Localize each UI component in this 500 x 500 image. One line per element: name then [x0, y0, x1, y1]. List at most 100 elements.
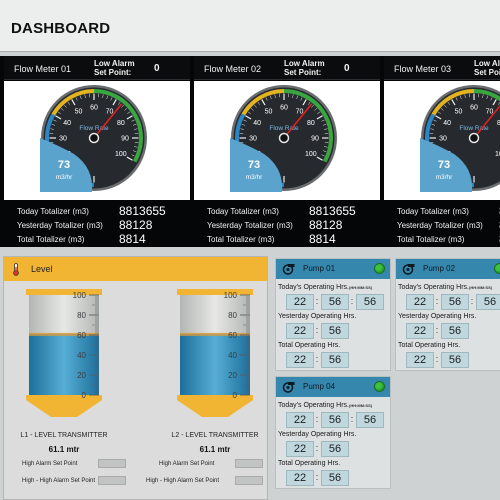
total-operating-label: Total Operating Hrs.: [278, 342, 341, 349]
today-minutes: 56: [321, 412, 349, 428]
gauge-unit: m3/hr: [56, 174, 73, 181]
total-hours: 22: [406, 352, 434, 368]
tank-level-line: [29, 332, 99, 336]
high-alarm-set-point-input[interactable]: [235, 459, 263, 468]
flow-rate-gauge: 102030405060708090100Flow Rate73m3/hr: [40, 85, 147, 192]
flow-meter-panel[interactable]: Flow Meter 03 Low AlarmSet Point: 102030…: [384, 56, 500, 247]
high-high-alarm-set-point-input[interactable]: [235, 476, 263, 485]
today-totalizer-label: Today Totalizer (m3): [207, 207, 279, 216]
today-totalizer-row: Today Totalizer (m3) 8813655: [194, 204, 380, 218]
gauge-unit: m3/hr: [436, 174, 453, 181]
gauge-tick-label: 40: [253, 120, 261, 127]
yesterday-hours: 22: [286, 441, 314, 457]
today-operating-label: Today's Operating Hrs.(HH:MM:SS): [398, 284, 493, 291]
time-separator: :: [350, 414, 354, 424]
total-totalizer-label: Total Totalizer (m3): [207, 235, 275, 244]
level-transmitter-value: 61.1 mtr: [48, 445, 80, 454]
yesterday-totalizer-label: Yesterday Totalizer (m3): [207, 221, 293, 230]
today-hours: 22: [406, 294, 434, 310]
totalizer-block: Today Totalizer (m3) 8813655 Yesterday T…: [194, 201, 380, 247]
pump-header: Pump 02: [396, 259, 500, 279]
yesterday-totalizer-value: 88128: [309, 218, 343, 232]
total-minutes: 56: [321, 352, 349, 368]
gauge-tick-label: 100: [495, 151, 500, 158]
gauge-tick-label: 30: [249, 136, 257, 143]
flow-meter-header: Flow Meter 02 Low Alarm Set Point: 0: [194, 56, 380, 80]
flow-meter-name: Flow Meter 01: [14, 64, 72, 74]
level-title: Level: [31, 264, 53, 274]
tank-liquid: [29, 333, 99, 395]
today-minutes: 56: [321, 294, 349, 310]
tank-scale-label: 100: [224, 291, 238, 300]
pump-card[interactable]: Pump 04 Today's Operating Hrs.(HH:MM:SS)…: [275, 376, 391, 489]
tank-liquid: [180, 333, 250, 395]
yesterday-totalizer-row: Yesterday Totalizer (m3) 88128: [194, 218, 380, 232]
gauge-tick-label: 60: [280, 105, 288, 112]
level-tank: 100 80 60 40 20 0: [26, 289, 102, 417]
gauge-tick-label: 30: [59, 136, 67, 143]
gauge-tick-label: 40: [443, 120, 451, 127]
today-totalizer-label: Today Totalizer (m3): [17, 207, 89, 216]
flow-meter-panel[interactable]: Flow Meter 01 Low AlarmSet Point: 0 1020…: [4, 56, 190, 247]
high-alarm-set-point-input[interactable]: [98, 459, 126, 468]
today-seconds: 56: [356, 412, 384, 428]
gauge-tick-label: 80: [117, 120, 125, 127]
pump-card[interactable]: Pump 01 Today's Operating Hrs.(HH:MM:SS)…: [275, 258, 391, 371]
gauge-hub: [88, 132, 100, 144]
yesterday-hours: 22: [286, 323, 314, 339]
today-totalizer-value: 8813655: [119, 204, 166, 218]
high-high-alarm-set-point-label: High - High Alarm Set Point: [22, 478, 96, 484]
time-separator: :: [435, 325, 439, 335]
tank-scale-label: 20: [228, 371, 237, 380]
high-alarm-set-point-label: High Alarm Set Point: [159, 461, 215, 467]
time-separator: :: [315, 414, 319, 424]
gauge-unit: m3/hr: [246, 174, 263, 181]
high-high-alarm-set-point-input[interactable]: [98, 476, 126, 485]
total-hours: 22: [286, 352, 314, 368]
time-separator: :: [435, 296, 439, 306]
pump-name: Pump 02: [423, 264, 456, 273]
tank-scale-label: 60: [228, 331, 237, 340]
level-transmitter-value: 61.1 mtr: [199, 445, 231, 454]
today-hours: 22: [286, 412, 314, 428]
today-totalizer-label: Today Totalizer (m3): [397, 207, 469, 216]
level-card: Level 100 80 60 40 20 0 100 80 60 40 20 0 L1 - LEV…: [3, 256, 268, 500]
flow-rate-gauge: 102030405060708090100Flow Rate73m3/hr: [230, 85, 337, 192]
total-totalizer-row: Total Totalizer (m3) 8: [384, 232, 500, 246]
header-bar: DASHBOARD: [0, 0, 500, 52]
yesterday-totalizer-label: Yesterday Totalizer (m3): [397, 221, 483, 230]
flow-meter-panel[interactable]: Flow Meter 02 Low AlarmSet Point: 0 1020…: [194, 56, 380, 247]
gauge-value: 73: [58, 159, 70, 171]
gauge-tick-label: 100: [115, 151, 127, 158]
totalizer-block: Today Totalizer (m3) 8 Yesterday Totaliz…: [384, 201, 500, 247]
total-totalizer-row: Total Totalizer (m3) 8814: [194, 232, 380, 246]
time-separator: :: [315, 296, 319, 306]
tank-empty-space: [29, 295, 99, 334]
time-separator: :: [315, 354, 319, 364]
high-high-alarm-set-point-label: High - High Alarm Set Point: [146, 478, 220, 484]
tank-scale-label: 60: [77, 331, 86, 340]
pump-icon: [282, 264, 295, 275]
yesterday-operating-label: Yesterday Operating Hrs.: [278, 431, 357, 438]
today-operating-label: Today's Operating Hrs.(HH:MM:SS): [278, 284, 373, 291]
total-totalizer-label: Total Totalizer (m3): [17, 235, 85, 244]
yesterday-minutes: 56: [321, 323, 349, 339]
level-transmitter-name: L2 - LEVEL TRANSMITTER: [171, 432, 259, 439]
flow-meter-name: Flow Meter 02: [204, 64, 262, 74]
pump-status-indicator: [494, 263, 500, 274]
pump-card[interactable]: Pump 02 Today's Operating Hrs.(HH:MM:SS)…: [395, 258, 500, 371]
yesterday-hours: 22: [406, 323, 434, 339]
total-operating-label: Total Operating Hrs.: [398, 342, 461, 349]
level-transmitter-name: L1 - LEVEL TRANSMITTER: [20, 432, 108, 439]
pump-icon: [282, 382, 295, 393]
time-separator: :: [470, 296, 474, 306]
pump-header: Pump 04: [276, 377, 390, 397]
flow-meter-header: Flow Meter 03 Low AlarmSet Point:: [384, 56, 500, 80]
tank-top-cap: [26, 289, 102, 295]
gauge-tick-label: 60: [90, 105, 98, 112]
flow-meter-name: Flow Meter 03: [394, 64, 452, 74]
today-operating-label: Today's Operating Hrs.(HH:MM:SS): [278, 402, 373, 409]
gauge-tick-label: 30: [439, 136, 447, 143]
today-seconds: 56: [356, 294, 384, 310]
yesterday-operating-label: Yesterday Operating Hrs.: [398, 313, 477, 320]
